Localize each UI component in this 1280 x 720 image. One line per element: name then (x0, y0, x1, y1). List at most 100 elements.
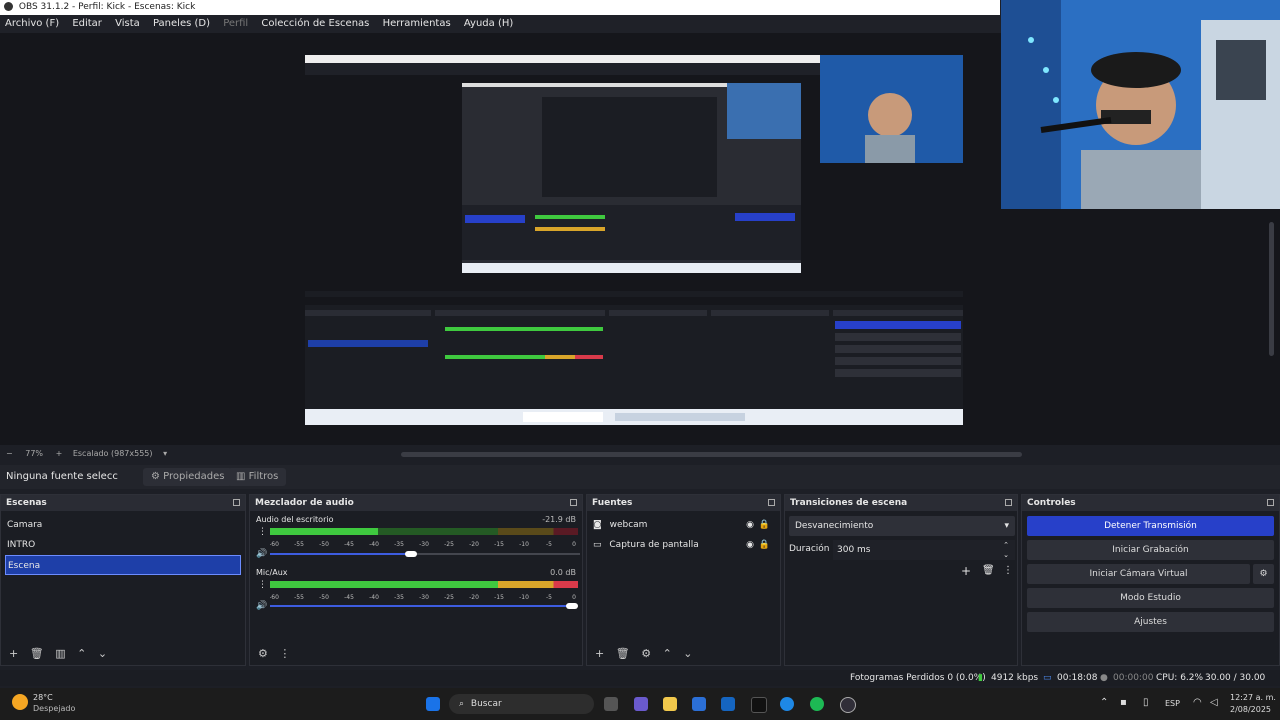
sources-toolbar: + 🗑 ⚙ ⌃ ⌄ (587, 643, 780, 665)
studio-mode-button[interactable]: Modo Estudio (1027, 588, 1274, 608)
scene-item-camara[interactable]: Camara (1, 515, 245, 535)
stop-streaming-button[interactable]: Detener Transmisión (1027, 516, 1274, 536)
eye-icon[interactable]: ◉ (746, 535, 754, 555)
undock-icon[interactable] (233, 499, 240, 506)
menu-paneles[interactable]: Paneles (D) (153, 18, 210, 29)
properties-button[interactable]: ⚙ Propiedades (143, 468, 233, 486)
menu-perfil[interactable]: Perfil (223, 18, 248, 29)
meter-tick-label: -10 (519, 594, 529, 601)
gear-icon[interactable]: ⚙ (641, 647, 651, 660)
volume-icon[interactable]: ◁ (1210, 697, 1218, 708)
meter-tick-label: -5 (546, 594, 552, 601)
channel-menu-icon[interactable]: ⋮ (258, 580, 267, 590)
file-explorer-icon[interactable] (663, 697, 677, 711)
undock-icon[interactable] (1267, 499, 1274, 506)
volume-slider[interactable] (270, 605, 570, 607)
zoom-scale-select[interactable]: Escalado (987x555) (73, 449, 153, 458)
wifi-icon[interactable]: ◠ (1193, 697, 1202, 708)
tray-icon[interactable]: ▪ (1120, 697, 1127, 708)
source-item-webcam[interactable]: ◙ webcam ◉ 🔒 (587, 515, 780, 535)
stepper-up-icon[interactable]: ⌃ (1003, 540, 1009, 550)
add-icon[interactable]: + (595, 647, 604, 660)
chevron-up-icon[interactable]: ⌃ (1100, 697, 1108, 708)
speaker-icon[interactable]: 🔊 (256, 601, 267, 611)
chevron-down-icon[interactable]: ⌄ (98, 647, 107, 660)
scenes-header: Escenas (1, 495, 245, 511)
source-toolbar: Ninguna fuente seleccionad ⚙ Propiedades… (0, 465, 1280, 489)
chevron-down-icon[interactable]: ▾ (163, 449, 167, 458)
preview-canvas[interactable] (305, 55, 963, 425)
menu-ayuda[interactable]: Ayuda (H) (464, 18, 513, 29)
taskbar-search[interactable]: ⌕ Buscar (449, 694, 594, 714)
undock-icon[interactable] (1005, 499, 1012, 506)
undock-icon[interactable] (570, 499, 577, 506)
mic-icon[interactable]: ▯ (1143, 697, 1149, 708)
lock-icon[interactable]: 🔒 (759, 515, 770, 535)
weather-icon[interactable] (12, 694, 28, 710)
filters-label: Filtros (248, 471, 279, 482)
zoom-out-button[interactable]: − (6, 449, 13, 458)
trash-icon[interactable]: 🗑 (616, 647, 630, 660)
menu-dots-icon[interactable]: ⋮ (1003, 565, 1013, 576)
menu-dots-icon[interactable]: ⋮ (279, 647, 290, 660)
duration-input[interactable]: 300 ms ⌃ ⌄ (833, 540, 1015, 560)
transitions-title: Transiciones de escena (790, 498, 908, 508)
add-icon[interactable]: + (961, 564, 971, 578)
chevron-up-icon[interactable]: ⌃ (77, 647, 86, 660)
tiktok-icon[interactable] (751, 697, 767, 713)
add-icon[interactable]: + (9, 647, 18, 660)
zoom-in-button[interactable]: + (56, 449, 63, 458)
transition-selected: Desvanecimiento (795, 521, 874, 531)
obs-icon[interactable] (840, 697, 856, 713)
copilot-icon[interactable] (634, 697, 648, 711)
scene-item-escena[interactable]: Escena (5, 555, 241, 575)
chevron-up-icon[interactable]: ⌃ (663, 647, 672, 660)
chevron-down-icon[interactable]: ⌄ (683, 647, 692, 660)
settings-button[interactable]: Ajustes (1027, 612, 1274, 632)
start-recording-button[interactable]: Iniciar Grabación (1027, 540, 1274, 560)
meter-tick-label: -20 (469, 541, 479, 548)
menu-editar[interactable]: Editar (72, 18, 102, 29)
outlook-icon[interactable] (721, 697, 735, 711)
volume-knob[interactable] (566, 603, 578, 609)
stepper-down-icon[interactable]: ⌄ (1003, 550, 1009, 560)
scene-item-intro[interactable]: INTRO (1, 535, 245, 555)
vertical-scrollbar[interactable] (1269, 222, 1274, 356)
channel-menu-icon[interactable]: ⋮ (258, 527, 267, 537)
meter-tick-label: -45 (344, 541, 354, 548)
filter-icon: ▥ (236, 471, 246, 482)
meter-tick-label: -35 (394, 541, 404, 548)
meter-tick-label: -45 (344, 594, 354, 601)
horizontal-scrollbar[interactable] (401, 452, 1022, 457)
task-view-icon[interactable] (604, 697, 618, 711)
trash-icon[interactable]: 🗑 (982, 565, 995, 576)
filter-icon[interactable]: ▥ (55, 647, 65, 660)
store-icon[interactable] (692, 697, 706, 711)
filters-button[interactable]: ▥ Filtros (228, 468, 287, 486)
transition-select[interactable]: Desvanecimiento ▾ (789, 516, 1015, 536)
edge-icon[interactable] (780, 697, 794, 711)
spotify-icon[interactable] (810, 697, 824, 711)
menu-herramientas[interactable]: Herramientas (383, 18, 451, 29)
meter-tick-label: -60 (270, 541, 279, 548)
volume-slider[interactable] (270, 553, 410, 555)
clock-time[interactable]: 12:27 a. m. (1230, 693, 1276, 702)
bitrate: 4912 kbps (991, 673, 1039, 683)
windows-start-icon[interactable] (426, 697, 440, 711)
lock-icon[interactable]: 🔒 (759, 535, 770, 555)
eye-icon[interactable]: ◉ (746, 515, 754, 535)
speaker-icon[interactable]: 🔊 (256, 549, 267, 559)
menu-archivo[interactable]: Archivo (F) (5, 18, 59, 29)
menu-vista[interactable]: Vista (115, 18, 140, 29)
start-virtual-camera-button[interactable]: Iniciar Cámara Virtual (1027, 564, 1250, 584)
mixer-title: Mezclador de audio (255, 498, 354, 508)
undock-icon[interactable] (768, 499, 775, 506)
language-indicator[interactable]: ESP (1165, 699, 1180, 708)
clock-date[interactable]: 2/08/2025 (1230, 705, 1271, 714)
volume-knob[interactable] (405, 551, 417, 557)
gear-icon[interactable]: ⚙ (258, 647, 268, 660)
menu-coleccion[interactable]: Colección de Escenas (261, 18, 369, 29)
virtual-camera-settings-button[interactable]: ⚙ (1253, 564, 1274, 584)
trash-icon[interactable]: 🗑 (30, 647, 44, 660)
source-item-screen-capture[interactable]: ▭ Captura de pantalla ◉ 🔒 (587, 535, 780, 555)
